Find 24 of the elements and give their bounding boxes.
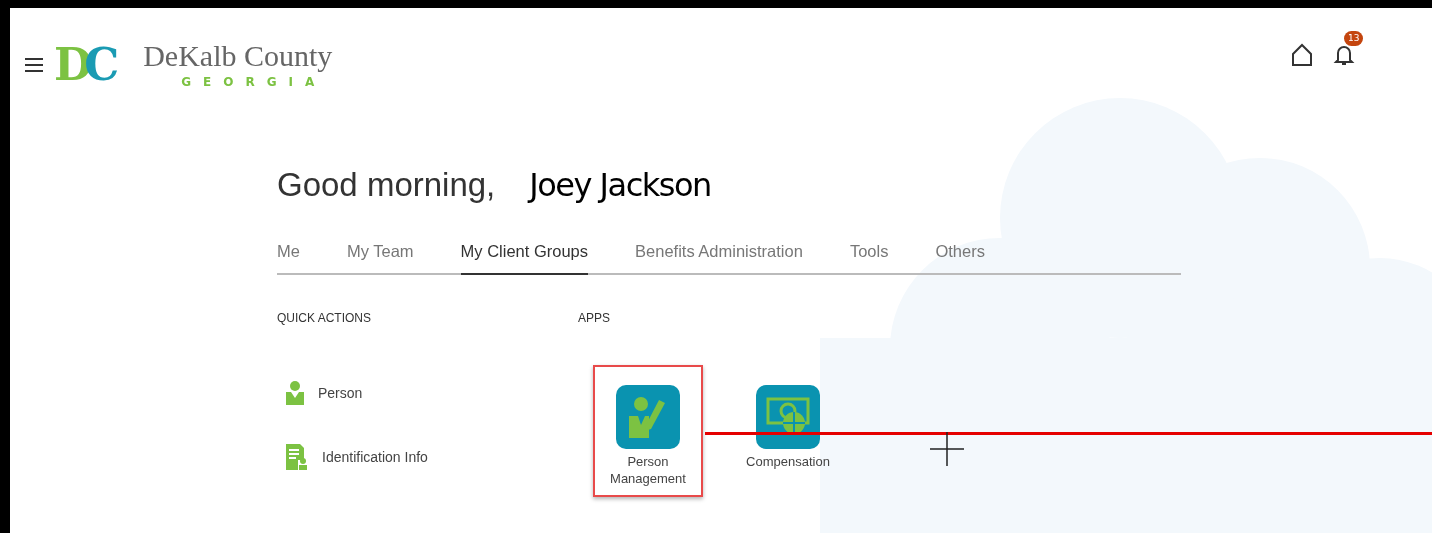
app-tile[interactable]: Person Management: [593, 365, 703, 497]
app-tile[interactable]: Compensation: [733, 365, 843, 497]
menu-icon[interactable]: [24, 57, 44, 73]
nav-tab[interactable]: My Team: [346, 242, 414, 275]
bell-icon[interactable]: [1332, 43, 1356, 67]
quick-action-link[interactable]: Identification Info: [322, 449, 428, 465]
section-title: APPS: [578, 311, 611, 325]
nav-tab[interactable]: Benefits Administration: [635, 242, 803, 275]
person-edit-icon: [629, 396, 667, 438]
crosshair-cursor-icon: [930, 432, 964, 466]
home-icon[interactable]: [1290, 43, 1314, 67]
document-person-icon: [286, 444, 308, 470]
person-icon: [286, 381, 304, 405]
nav-tab[interactable]: Others: [935, 242, 985, 275]
nav-tab[interactable]: Me: [277, 242, 300, 275]
section-title: QUICK ACTIONS: [277, 311, 372, 325]
logo-state: GEORGIA: [181, 75, 328, 89]
notification-badge: 13: [1344, 31, 1364, 46]
nav-tab[interactable]: Tools: [849, 242, 889, 275]
quick-action-link[interactable]: Person: [318, 385, 363, 401]
user-name: Joey Jackson: [529, 166, 711, 204]
logo-name: DeKalb County: [143, 41, 333, 71]
nav-tab[interactable]: My Client Groups: [460, 242, 589, 275]
greeting-text: Good morning,: [277, 166, 496, 204]
